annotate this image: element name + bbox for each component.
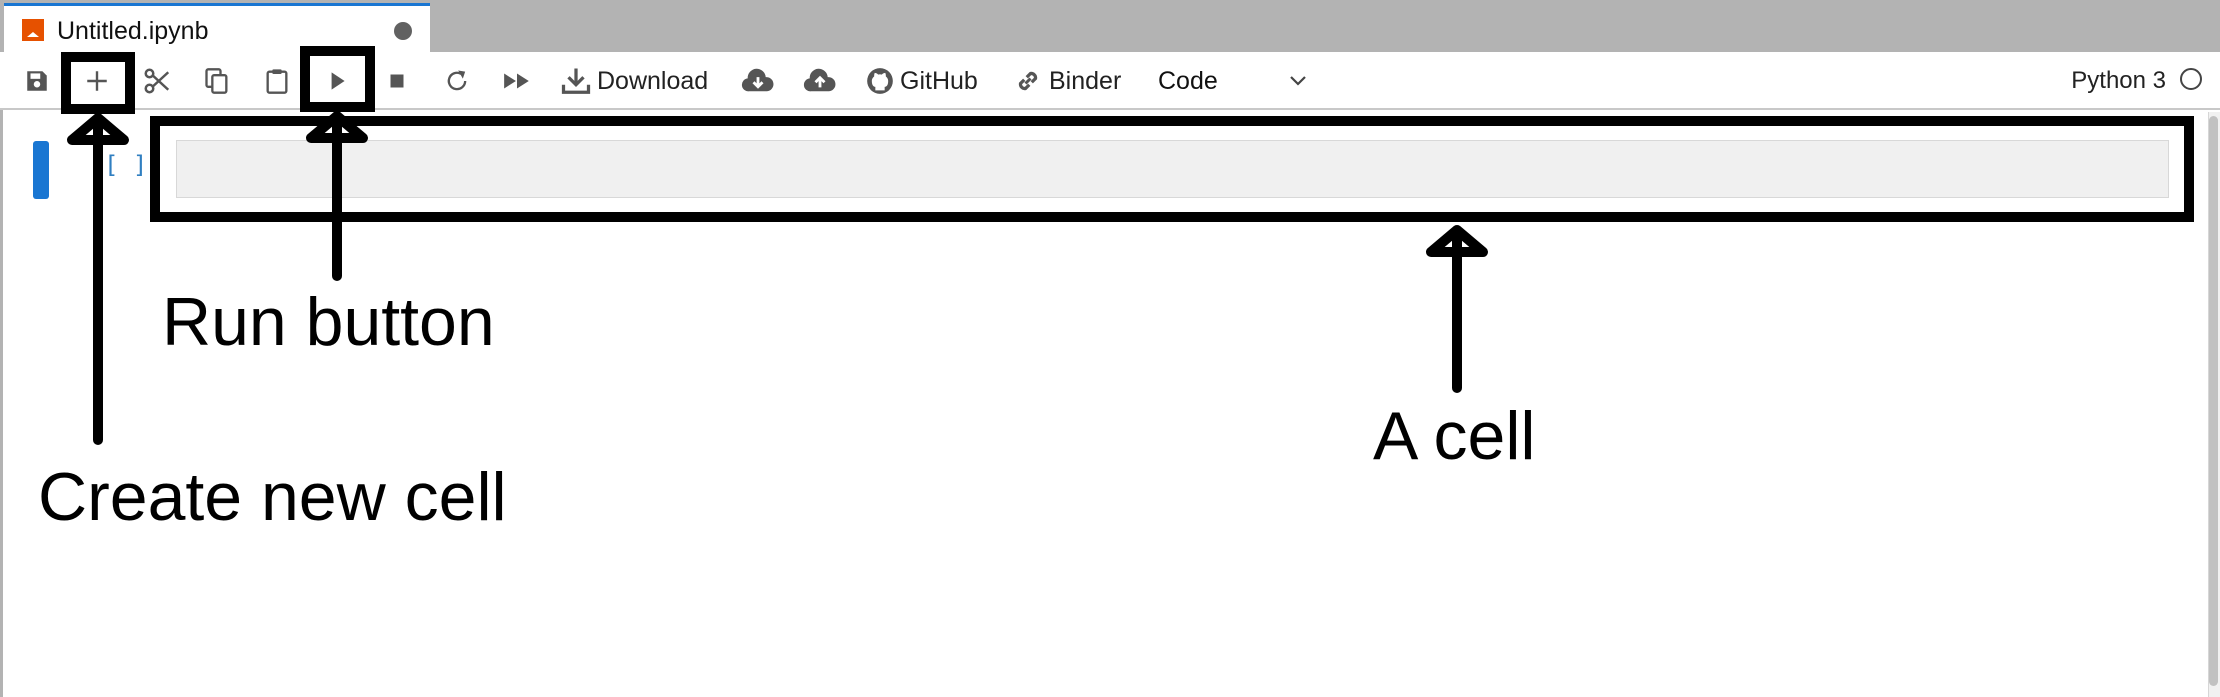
annotation-a-cell: A cell (1373, 398, 1536, 474)
annotation-run-button: Run button (162, 284, 495, 360)
annotation-create-new-cell: Create new cell (38, 459, 507, 535)
arrow-create-cell (67, 113, 129, 445)
arrow-cell (1426, 225, 1488, 393)
arrow-run-button (306, 111, 368, 281)
